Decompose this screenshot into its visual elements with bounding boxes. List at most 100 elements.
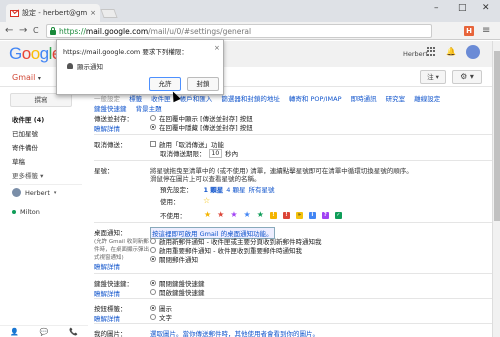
yellow-bang-icon[interactable]: »: [295, 211, 303, 219]
hangouts-icon[interactable]: 💬: [40, 328, 49, 336]
learn-more-link[interactable]: 瞭解詳情: [94, 313, 150, 323]
settings-gear-button[interactable]: ⚙ ▾: [452, 70, 482, 84]
sidebar-item-more[interactable]: 更多標籤 ▾: [12, 170, 43, 180]
blue-info-icon[interactable]: i: [308, 211, 316, 219]
tab-themes[interactable]: 背景主題: [136, 105, 162, 113]
preset-4-stars-link[interactable]: 4 顆星: [226, 184, 245, 194]
purple-question-icon[interactable]: ?: [321, 211, 329, 219]
blue-star-icon[interactable]: ★: [244, 211, 251, 219]
learn-more-link[interactable]: 瞭解詳情: [94, 261, 150, 271]
desk-off-option[interactable]: 關閉郵件通知: [150, 254, 198, 264]
minimize-icon[interactable]: –: [434, 3, 439, 13]
google-logo[interactable]: Google: [9, 44, 61, 64]
chevron-down-icon: ▾: [37, 75, 41, 82]
btn-text-option[interactable]: 文字: [150, 312, 172, 322]
browser-tab[interactable]: 設定 - herbert@gm ×: [6, 4, 100, 22]
learn-more-link[interactable]: 瞭解詳情: [94, 288, 150, 298]
chat-user-milton[interactable]: Milton: [12, 208, 40, 216]
keyboard-shortcuts-label: 鍵盤快速鍵： 瞭解詳情: [94, 278, 150, 298]
compose-button[interactable]: 撰寫: [10, 93, 72, 107]
sidebar-item-drafts[interactable]: 草稿: [12, 156, 25, 166]
extension-icon[interactable]: H: [464, 26, 474, 36]
tab-keyboard-shortcuts[interactable]: 鍵盤快速鍵: [94, 105, 127, 113]
tab-forwarding[interactable]: 轉寄和 POP/IMAP: [289, 95, 342, 103]
tab-labels[interactable]: 標籤: [129, 95, 142, 103]
divider: [94, 273, 492, 274]
close-window-icon[interactable]: ✕: [482, 3, 490, 13]
browser-tab-strip: 設定 - herbert@gm × – □ ✕: [0, 0, 500, 22]
undo-send-period: 取消傳送期限： 10 秒內: [160, 148, 239, 158]
tab-inbox[interactable]: 收件匣: [151, 95, 171, 103]
scroll-thumb[interactable]: [494, 51, 500, 221]
red-star-icon[interactable]: ★: [217, 211, 224, 219]
sidebar-divider: [10, 184, 82, 185]
stars-presets: 預先設定： 1 顆星 4 顆星 所有星號: [160, 184, 275, 194]
preset-all-stars-link[interactable]: 所有星號: [249, 184, 275, 194]
orange-star-icon[interactable]: ★: [204, 211, 211, 219]
address-bar[interactable]: https://mail.google.com/mail/u/0/#settin…: [46, 24, 432, 38]
browser-toolbar: ← → C https://mail.google.com/mail/u/0/#…: [0, 22, 500, 40]
gmail-menu[interactable]: Gmail ▾: [12, 73, 41, 82]
sidebar-footer: 👤 💬 📞: [0, 325, 88, 337]
radio-button[interactable]: [150, 238, 156, 244]
green-check-icon[interactable]: ✓: [334, 211, 342, 219]
radio-button[interactable]: [150, 115, 156, 121]
radio-button[interactable]: [150, 305, 156, 311]
purple-star-icon[interactable]: ★: [230, 211, 237, 219]
radio-button[interactable]: [150, 280, 156, 286]
apps-grid-icon[interactable]: [427, 47, 436, 56]
undo-period-select[interactable]: 10: [208, 148, 223, 158]
forward-icon[interactable]: →: [19, 25, 27, 37]
maximize-icon[interactable]: □: [458, 3, 467, 13]
divider: [94, 134, 492, 135]
input-tools-button[interactable]: 注 ▾: [420, 70, 446, 84]
tab-general[interactable]: 一般設定: [94, 95, 120, 103]
send-archive-hide-option[interactable]: 在回覆中隱藏 [傳送並封存] 按鈕: [150, 122, 253, 132]
close-icon[interactable]: ×: [214, 44, 220, 52]
back-icon[interactable]: ←: [5, 25, 13, 37]
checkbox[interactable]: [150, 141, 156, 147]
yellow-star-icon[interactable]: ☆: [203, 197, 210, 205]
header-user-name[interactable]: Herbert: [403, 50, 428, 58]
tab-offline[interactable]: 離線設定: [414, 95, 440, 103]
sidebar-item-sent[interactable]: 寄件備份: [12, 142, 38, 152]
permission-popup: https://mail.google.com 要求下列權限： × 顯示通知 允…: [56, 39, 224, 95]
phone-icon[interactable]: 📞: [69, 328, 78, 336]
avatar[interactable]: [466, 45, 480, 59]
sidebar-item-starred[interactable]: 已加星號: [12, 128, 38, 138]
chat-user-herbert[interactable]: Herbert ▾: [12, 188, 56, 197]
tab-title: 設定 - herbert@gm: [22, 9, 88, 17]
chevron-down-icon[interactable]: ▾: [54, 190, 57, 196]
tab-filters[interactable]: 篩選器和封鎖的地址: [221, 95, 280, 103]
sidebar-item-inbox[interactable]: 收件匣 (4): [12, 114, 44, 124]
block-button[interactable]: 封鎖: [187, 77, 219, 91]
red-bang-icon[interactable]: !: [282, 211, 290, 219]
tab-labs[interactable]: 研究室: [386, 95, 406, 103]
radio-button[interactable]: [150, 247, 156, 253]
green-star-icon[interactable]: ★: [257, 211, 264, 219]
bell-icon: [67, 63, 73, 69]
contacts-icon[interactable]: 👤: [10, 328, 19, 336]
radio-button[interactable]: [150, 256, 156, 262]
preset-1-star-link[interactable]: 1 顆星: [204, 184, 224, 194]
tab-close-icon[interactable]: ×: [90, 9, 96, 17]
kbd-on-option[interactable]: 開啟鍵盤快速鍵: [150, 287, 205, 297]
orange-bang-icon[interactable]: !: [269, 211, 277, 219]
lock-icon: [50, 26, 56, 35]
tab-accounts[interactable]: 帳戶和匯入: [180, 95, 213, 103]
divider: [94, 323, 492, 324]
browser-menu-icon[interactable]: ≡: [482, 25, 490, 36]
radio-button[interactable]: [150, 314, 156, 320]
gmail-favicon-icon: [10, 9, 19, 17]
select-picture-link[interactable]: 選取圖片。當你傳送郵件時，其他使用者會看到你的圖片。: [150, 328, 319, 337]
radio-button[interactable]: [150, 289, 156, 295]
divider: [94, 298, 492, 299]
new-tab-button[interactable]: [100, 9, 118, 18]
radio-button[interactable]: [150, 124, 156, 130]
page-scrollbar[interactable]: [492, 41, 500, 337]
tab-chat[interactable]: 即時通訊: [351, 95, 377, 103]
learn-more-link[interactable]: 瞭解詳情: [94, 123, 150, 133]
notifications-bell-icon[interactable]: 🔔: [446, 47, 456, 56]
reload-icon[interactable]: C: [33, 25, 39, 37]
settings-tabs-2: 鍵盤快速鍵 背景主題: [94, 103, 169, 113]
